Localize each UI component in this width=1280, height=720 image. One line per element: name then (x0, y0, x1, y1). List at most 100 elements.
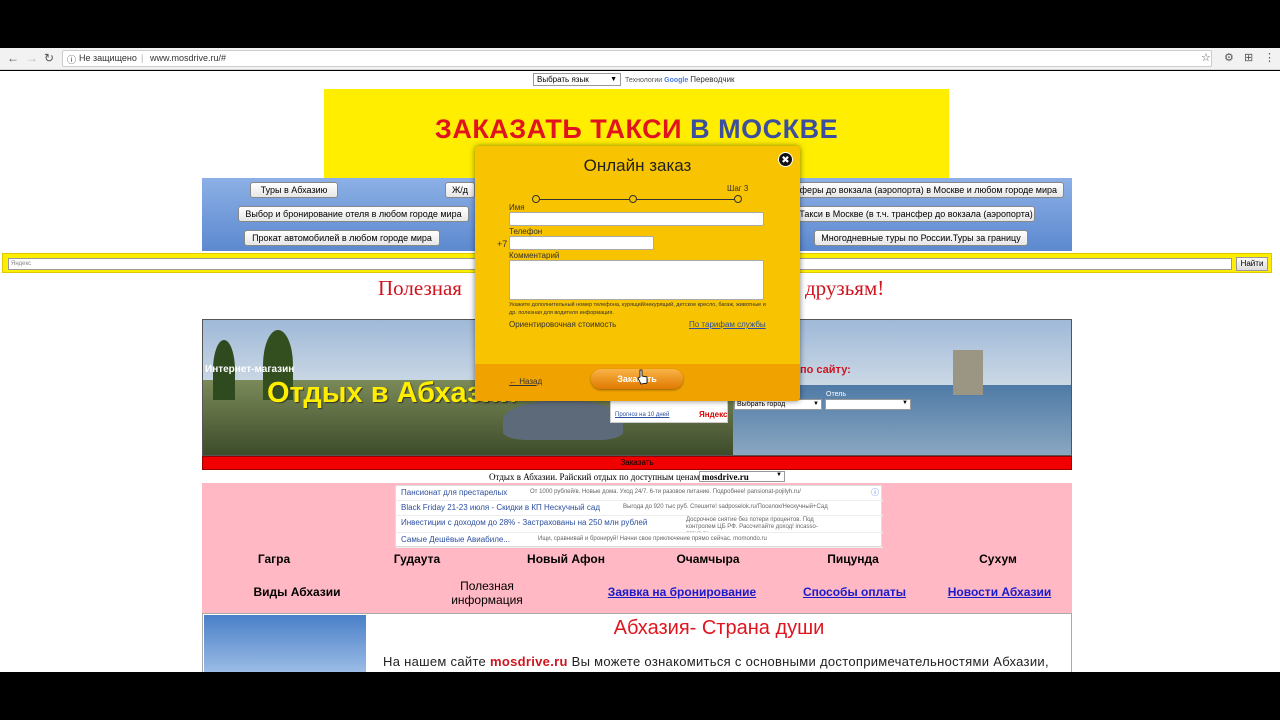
content-text: На нашем сайте mosdrive.ru Вы можете озн… (383, 654, 1068, 669)
step-dot (629, 195, 637, 203)
phone-input[interactable] (509, 236, 654, 250)
order-bar-button[interactable]: Заказать (202, 456, 1072, 470)
browser-toolbar: ← → ↻ ⓘ Не защищено | www.mosdrive.ru/# … (0, 48, 1280, 70)
site-select-value: mosdrive.ru (702, 472, 749, 482)
ad-row[interactable]: Самые Дешёвые Авиабиле... Ищи, сравнивай … (396, 533, 883, 548)
tagline-text: Отдых в Абхазии. Райский отдых по доступ… (489, 472, 703, 482)
back-link[interactable]: ← Назад (509, 377, 542, 386)
translate-credit: Технологии Google Переводчик (625, 75, 735, 84)
dolphin-statue-image (503, 400, 623, 440)
ad-title[interactable]: Самые Дешёвые Авиабиле... (401, 535, 510, 544)
back-icon[interactable]: ← (7, 51, 19, 65)
ad-block: ⓘ Пансионат для престарелых От 1000 рубле… (395, 485, 883, 548)
language-select[interactable]: Выбрать язык ▼ (533, 73, 621, 86)
content-text-suffix: Вы можете ознакомиться с основными досто… (571, 654, 1049, 669)
navigation-area: ⓘ Пансионат для престарелых От 1000 рубле… (202, 483, 1072, 613)
ad-desc: От 1000 рублей/в. Новые дома. Уход 24/7.… (530, 489, 801, 495)
ad-row[interactable]: Инвестиции с доходом до 28% - Застрахова… (396, 516, 883, 533)
google-logo: Google (664, 77, 689, 84)
menu-button-car-rental[interactable]: Прокат автомобилей в любом городе мира (244, 230, 440, 246)
security-label: Не защищено (79, 53, 137, 63)
title-part-1: ЗАКАЗАТЬ ТАКСИ (434, 114, 683, 144)
site-select[interactable]: mosdrive.ru ▼ (699, 471, 785, 482)
nav-useful-info-link[interactable]: Полезная информация (432, 579, 542, 607)
search-button[interactable]: Найти (1236, 257, 1268, 271)
slogan-right: друзьям! (805, 276, 885, 300)
step-dot (734, 195, 742, 203)
chevron-down-icon: ▼ (813, 401, 819, 407)
hotel-select[interactable]: ▼ (825, 399, 911, 410)
content-text-prefix: На нашем сайте (383, 654, 487, 669)
translate-prefix: Технологии (625, 77, 663, 84)
step-progress-line (536, 199, 741, 200)
chevron-down-icon: ▼ (610, 76, 617, 83)
content-title: Абхазия- Страна души (613, 617, 825, 639)
step-label: Шаг 3 (727, 184, 749, 193)
step-dot (532, 195, 540, 203)
tariff-link[interactable]: По тарифам службы (689, 320, 766, 329)
town-link-sukhum[interactable]: Сухум (948, 552, 1048, 566)
town-link-ochamchyra[interactable]: Очамчыра (658, 552, 758, 566)
menu-button-multiday-tours[interactable]: Многодневные туры по России.Туры за гран… (814, 230, 1028, 246)
page-viewport: Выбрать язык ▼ Технологии Google Перевод… (0, 71, 1280, 672)
close-icon[interactable]: ✖ (778, 152, 793, 167)
page-title: ЗАКАЗАТЬ ТАКСИ В МОСКВЕ (324, 114, 949, 145)
name-input[interactable] (509, 212, 764, 226)
menu-icon[interactable]: ⋮ (1264, 51, 1275, 64)
town-link-pitsunda[interactable]: Пицунда (803, 552, 903, 566)
building-image (953, 350, 983, 395)
phone-prefix: +7 (497, 239, 508, 249)
content-section: Абхазия- Страна души На нашем сайте mosd… (202, 613, 1072, 672)
yandex-logo: Яндекс (699, 410, 728, 419)
town-link-gudauta[interactable]: Гудаута (367, 552, 467, 566)
ad-title[interactable]: Инвестиции с доходом до 28% - Застрахова… (401, 518, 647, 527)
nav-news-link[interactable]: Новости Абхазии (937, 585, 1062, 599)
ad-desc: Ищи, сравнивай и бронируй! Начни свое пр… (538, 536, 767, 542)
nav-payment-link[interactable]: Способы оплаты (792, 585, 917, 599)
separator: | (141, 53, 144, 63)
name-label: Имя (509, 203, 525, 212)
city-select-value: Выбрать город (737, 401, 786, 408)
ad-title[interactable]: Black Friday 21-23 июля - Скидки в КП Не… (401, 503, 600, 512)
menu-button-hotel[interactable]: Выбор и бронирование отеля в любом город… (238, 206, 469, 222)
menu-button-taxi[interactable]: Такси в Москве (в т.ч. трансфер до вокза… (797, 206, 1035, 222)
ad-desc: Досрочное снятие без потери процентов. П… (686, 517, 818, 532)
star-icon[interactable]: ☆ (1201, 51, 1211, 64)
weather-forecast-link[interactable]: Прогноз на 10 дней (615, 412, 669, 418)
comment-label: Комментарий (509, 251, 560, 260)
cost-label: Ориентировочная стоимость (509, 320, 617, 329)
ad-title[interactable]: Пансионат для престарелых (401, 488, 507, 497)
nav-views-link[interactable]: Виды Абхазии (242, 585, 352, 599)
screen: ← → ↻ ⓘ Не защищено | www.mosdrive.ru/# … (0, 0, 1280, 720)
nav-booking-link[interactable]: Заявка на бронирование (597, 585, 767, 599)
town-link-gagra[interactable]: Гагра (224, 552, 324, 566)
hand-cursor-icon (637, 369, 648, 385)
info-icon[interactable]: ⓘ (67, 53, 76, 66)
site-search-label: по сайту: (800, 364, 851, 376)
url-text[interactable]: www.mosdrive.ru/# (150, 53, 226, 63)
translate-link[interactable]: Переводчик (690, 75, 734, 84)
translate-icon[interactable]: ⊞ (1244, 51, 1253, 64)
hotel-label: Отель (826, 391, 846, 398)
town-link-new-athos[interactable]: Новый Афон (506, 552, 626, 566)
online-order-modal: Онлайн заказ ✖ Шаг 3 Имя Телефон +7 Комм… (475, 146, 800, 401)
title-part-2: В МОСКВЕ (690, 114, 839, 144)
chevron-down-icon: ▼ (902, 400, 908, 406)
ad-row[interactable]: Пансионат для престарелых От 1000 рублей/… (396, 486, 883, 501)
language-select-value: Выбрать язык (537, 75, 589, 84)
comment-textarea[interactable] (509, 260, 764, 300)
menu-button-rail[interactable]: Ж/д (445, 182, 475, 198)
reload-icon[interactable]: ↻ (44, 51, 54, 65)
content-image (204, 615, 366, 672)
modal-title: Онлайн заказ (583, 156, 692, 175)
forward-icon[interactable]: → (26, 51, 38, 65)
menu-button-tours[interactable]: Туры в Абхазию (250, 182, 338, 198)
address-bar[interactable]: ⓘ Не защищено | www.mosdrive.ru/# ☆ (62, 50, 1212, 67)
ad-desc: Выгода до 920 тыс руб. Спешите! sadposel… (623, 504, 828, 510)
chevron-down-icon: ▼ (776, 472, 782, 478)
content-site-name: mosdrive.ru (490, 654, 568, 669)
menu-button-transfer[interactable]: сферы до вокзала (аэропорта) в Москве и … (789, 182, 1064, 198)
comment-hint: Укажите дополнительный номер телефона, к… (509, 302, 766, 316)
extension-icon[interactable]: ⚙ (1224, 51, 1234, 64)
ad-row[interactable]: Black Friday 21-23 июля - Скидки в КП Не… (396, 501, 883, 516)
